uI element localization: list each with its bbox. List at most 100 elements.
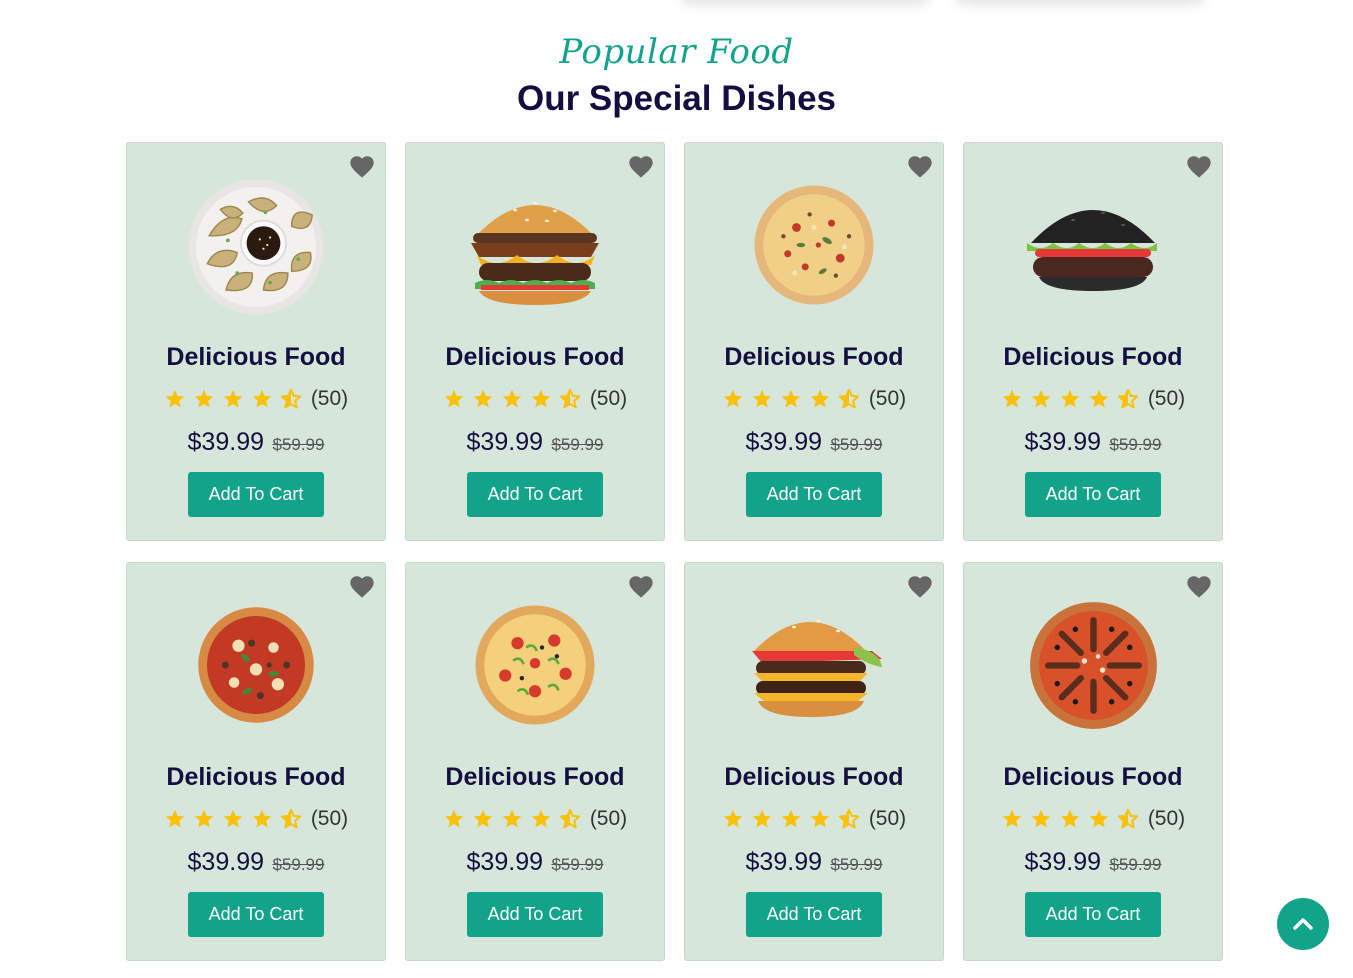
- add-to-cart-button[interactable]: Add To Cart: [467, 472, 603, 517]
- star-icon: [252, 389, 271, 408]
- wishlist-heart-icon[interactable]: [348, 573, 376, 599]
- star-icon: [531, 389, 550, 408]
- star-icon: [810, 389, 829, 408]
- dish-rating: (50): [406, 387, 664, 411]
- dish-card: Delicious Food (50) $39.99 $59.99 Add To…: [405, 142, 665, 541]
- star-icon: [1002, 809, 1021, 828]
- old-price: $59.99: [1109, 855, 1162, 874]
- star-icon: [1060, 809, 1079, 828]
- dish-image: [1013, 585, 1173, 745]
- star-icon: [252, 809, 271, 828]
- dish-card: Delicious Food (50) $39.99 $59.99 Add To…: [126, 562, 386, 961]
- add-to-cart-button[interactable]: Add To Cart: [746, 892, 882, 937]
- star-half-icon: [559, 388, 580, 409]
- add-to-cart-button[interactable]: Add To Cart: [188, 472, 324, 517]
- dish-name: Delicious Food: [445, 763, 625, 791]
- dish-rating: (50): [127, 387, 385, 411]
- star-icon: [781, 809, 800, 828]
- dish-card: Delicious Food (50) $39.99 $59.99 Add To…: [684, 562, 944, 961]
- add-to-cart-button[interactable]: Add To Cart: [746, 472, 882, 517]
- dish-price: $39.99 $59.99: [964, 428, 1222, 457]
- rating-count: (50): [1147, 387, 1186, 410]
- dish-name: Delicious Food: [724, 343, 904, 371]
- section-subtitle: Popular Food: [559, 32, 794, 72]
- star-icon: [502, 809, 521, 828]
- dish-rating: (50): [964, 387, 1222, 411]
- old-price: $59.99: [830, 855, 883, 874]
- add-to-cart-button[interactable]: Add To Cart: [188, 892, 324, 937]
- wishlist-heart-icon[interactable]: [348, 153, 376, 179]
- current-price: $39.99: [187, 428, 264, 456]
- rating-count: (50): [310, 807, 349, 830]
- add-to-cart-button[interactable]: Add To Cart: [467, 892, 603, 937]
- star-icon: [1002, 389, 1021, 408]
- dish-price: $39.99 $59.99: [127, 428, 385, 457]
- wishlist-heart-icon[interactable]: [906, 153, 934, 179]
- old-price: $59.99: [551, 435, 604, 454]
- star-icon: [1089, 389, 1108, 408]
- dish-rating: (50): [127, 807, 385, 831]
- star-half-icon: [559, 808, 580, 829]
- wishlist-heart-icon[interactable]: [627, 153, 655, 179]
- rating-count: (50): [868, 807, 907, 830]
- star-icon: [810, 809, 829, 828]
- rating-count: (50): [868, 387, 907, 410]
- current-price: $39.99: [1024, 428, 1101, 456]
- wishlist-heart-icon[interactable]: [906, 573, 934, 599]
- wishlist-heart-icon[interactable]: [1185, 153, 1213, 179]
- dish-name: Delicious Food: [166, 343, 346, 371]
- star-half-icon: [838, 808, 859, 829]
- dish-rating: (50): [964, 807, 1222, 831]
- dish-price: $39.99 $59.99: [406, 848, 664, 877]
- star-icon: [165, 389, 184, 408]
- dish-image: [455, 585, 615, 745]
- star-icon: [723, 809, 742, 828]
- star-half-icon: [838, 388, 859, 409]
- dish-name: Delicious Food: [724, 763, 904, 791]
- section-heading: Popular Food Our Special Dishes: [0, 28, 1353, 122]
- star-half-icon: [280, 388, 301, 409]
- dish-card: Delicious Food (50) $39.99 $59.99 Add To…: [405, 562, 665, 961]
- rating-count: (50): [589, 807, 628, 830]
- current-price: $39.99: [745, 428, 822, 456]
- dish-rating: (50): [685, 807, 943, 831]
- dish-image: [455, 165, 615, 325]
- star-icon: [223, 389, 242, 408]
- wishlist-heart-icon[interactable]: [1185, 573, 1213, 599]
- star-icon: [1031, 389, 1050, 408]
- scroll-top-button[interactable]: [1277, 898, 1329, 950]
- dish-price: $39.99 $59.99: [685, 428, 943, 457]
- dish-card: Delicious Food (50) $39.99 $59.99 Add To…: [684, 142, 944, 541]
- star-icon: [1089, 809, 1108, 828]
- old-price: $59.99: [272, 855, 325, 874]
- star-icon: [194, 809, 213, 828]
- dish-rating: (50): [406, 807, 664, 831]
- dish-price: $39.99 $59.99: [964, 848, 1222, 877]
- rating-count: (50): [310, 387, 349, 410]
- star-icon: [444, 389, 463, 408]
- star-icon: [1060, 389, 1079, 408]
- dishes-grid: Delicious Food (50) $39.99 $59.99 Add To…: [126, 142, 1223, 961]
- star-icon: [781, 389, 800, 408]
- dish-name: Delicious Food: [445, 343, 625, 371]
- current-price: $39.99: [466, 428, 543, 456]
- section-title: Our Special Dishes: [516, 79, 837, 118]
- dish-image: [734, 165, 894, 325]
- add-to-cart-button[interactable]: Add To Cart: [1025, 472, 1161, 517]
- current-price: $39.99: [1024, 848, 1101, 876]
- rating-count: (50): [1147, 807, 1186, 830]
- dish-name: Delicious Food: [1003, 343, 1183, 371]
- star-half-icon: [280, 808, 301, 829]
- star-icon: [473, 809, 492, 828]
- star-icon: [531, 809, 550, 828]
- star-icon: [502, 389, 521, 408]
- star-icon: [444, 809, 463, 828]
- dish-price: $39.99 $59.99: [406, 428, 664, 457]
- current-price: $39.99: [466, 848, 543, 876]
- old-price: $59.99: [551, 855, 604, 874]
- star-half-icon: [1117, 388, 1138, 409]
- dish-image: [176, 585, 336, 745]
- add-to-cart-button[interactable]: Add To Cart: [1025, 892, 1161, 937]
- wishlist-heart-icon[interactable]: [627, 573, 655, 599]
- dish-card: Delicious Food (50) $39.99 $59.99 Add To…: [126, 142, 386, 541]
